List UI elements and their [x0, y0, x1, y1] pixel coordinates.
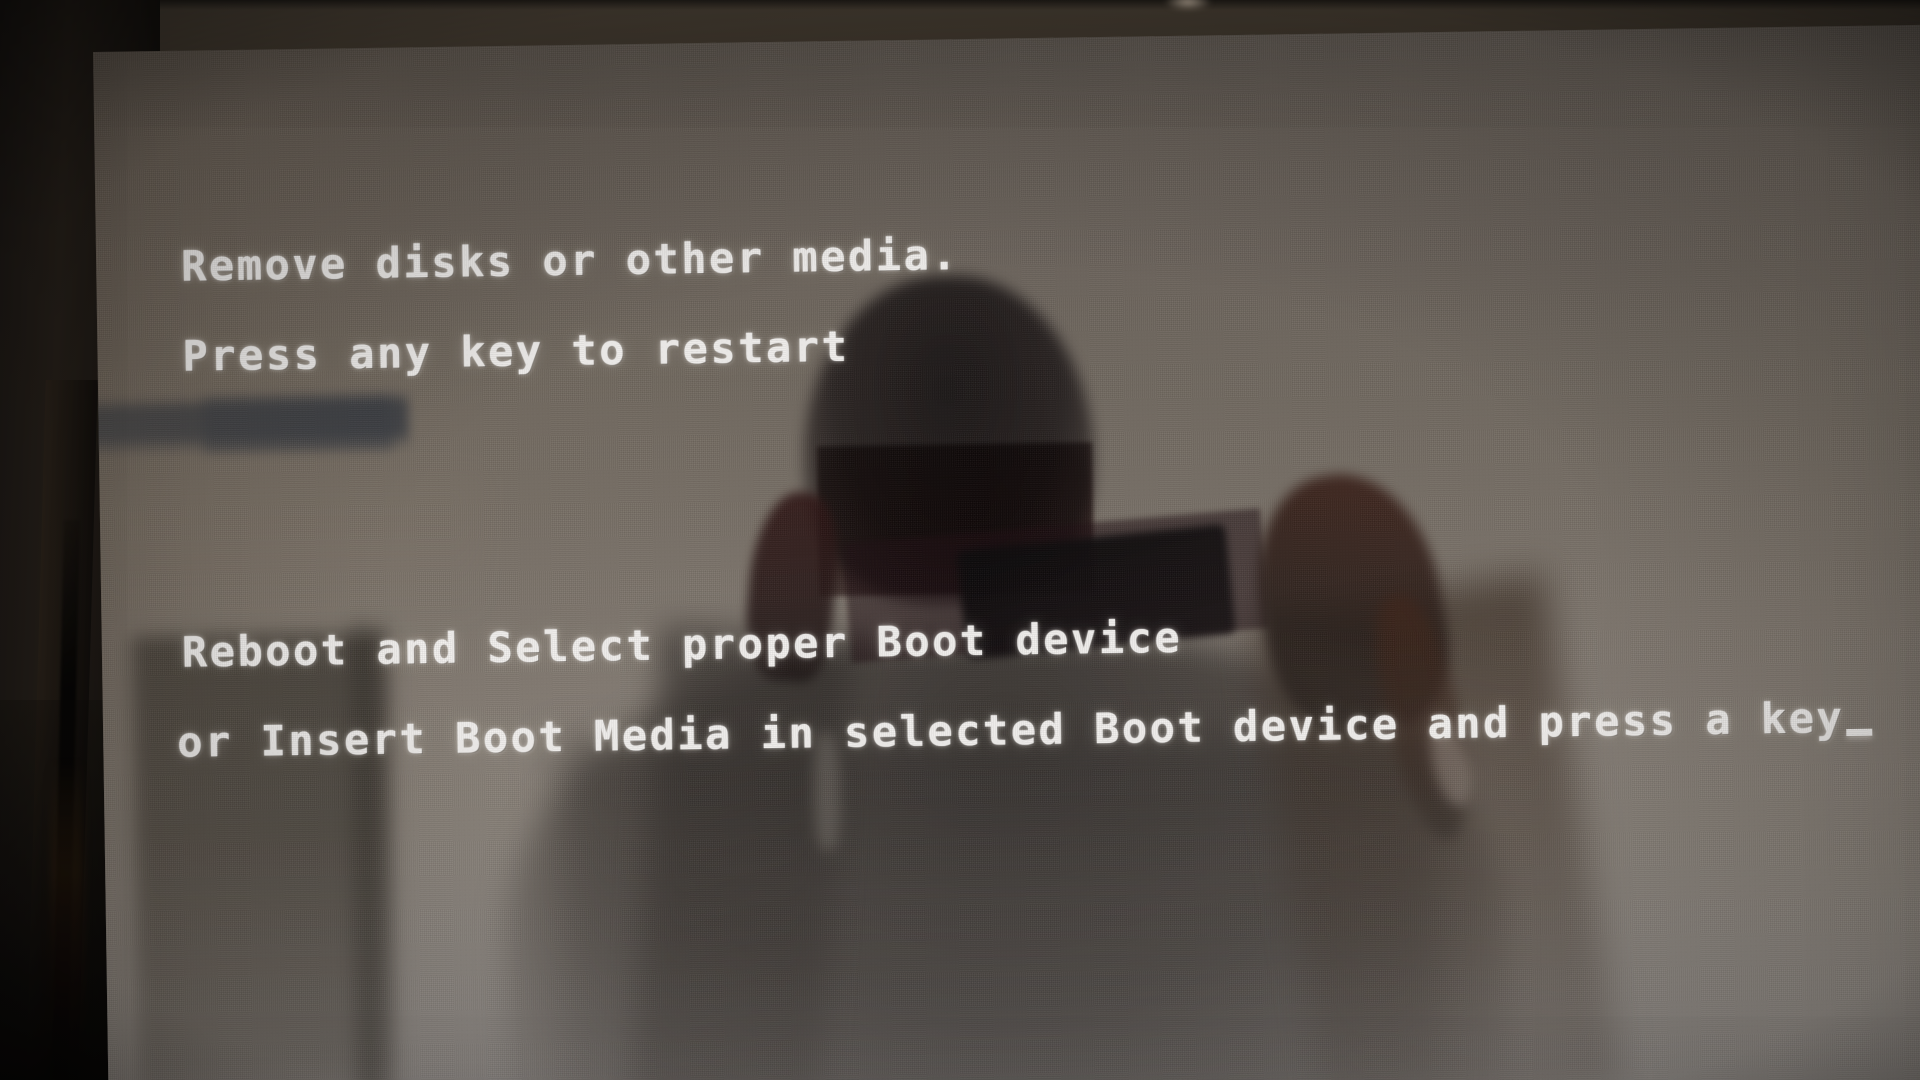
- reflection-photographer-silhouette: [93, 25, 1920, 1080]
- silhouette-left-arm: [627, 626, 853, 1080]
- text-cursor: [1846, 728, 1873, 737]
- photograph-of-monitor: Remove disks or other media. Press any k…: [0, 0, 1920, 1080]
- bios-line-remove-disks: Remove disks or other media.: [180, 230, 960, 291]
- bios-error-message: Remove disks or other media. Press any k…: [94, 120, 1920, 865]
- silhouette-finger: [1363, 587, 1483, 847]
- lcd-pixel-texture: [93, 24, 1920, 1080]
- silhouette-thumb-highlight: [1423, 719, 1479, 811]
- bios-line-press-any-key: Press any key to restart: [182, 321, 850, 381]
- screen-wrapper: Remove disks or other media. Press any k…: [0, 0, 1920, 1080]
- reflection-dark-bar-inner: [203, 395, 394, 453]
- reflection-doorway-edge: [351, 622, 403, 1080]
- reflection-dark-bar: [93, 390, 410, 457]
- boot-device-block: Reboot and Select proper Boot device or …: [101, 563, 1920, 808]
- removable-media-block: Remove disks or other media. Press any k…: [95, 177, 1920, 422]
- silhouette-shoulders: [501, 621, 1510, 1080]
- bios-line-insert-boot-media-row: or Insert Boot Media in selected Boot de…: [103, 691, 1920, 770]
- silhouette-left-hand: [740, 488, 844, 686]
- silhouette-head-color-noise: [816, 442, 1095, 597]
- bios-line-reboot-and-select: Reboot and Select proper Boot device: [181, 612, 1183, 677]
- reflection-wall-band: [99, 476, 482, 632]
- reflection-doorway: [131, 632, 395, 1080]
- silhouette-highlight-left: [813, 731, 841, 852]
- bios-block-spacer: [99, 452, 1920, 533]
- bios-line-insert-boot-media: or Insert Boot Media in selected Boot de…: [176, 693, 1845, 767]
- silhouette-phone-noise: [841, 508, 1271, 664]
- silhouette-head: [801, 273, 1097, 608]
- monitor-screen: Remove disks or other media. Press any k…: [93, 24, 1920, 1080]
- silhouette-right-arm: [1246, 572, 1624, 1080]
- silhouette-phone: [956, 523, 1237, 661]
- silhouette-torso: [558, 732, 1444, 1080]
- screen-color-cast: [93, 24, 1920, 1080]
- silhouette-right-hand: [1240, 459, 1463, 747]
- photo-grain: [93, 24, 1920, 1080]
